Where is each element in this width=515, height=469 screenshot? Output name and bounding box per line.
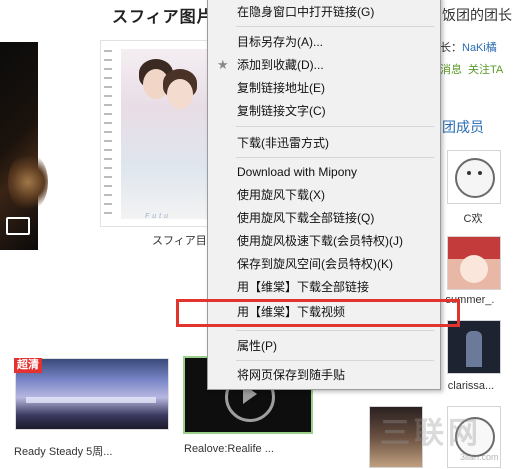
menu-item-label: 使用旋风极速下载(会员特权)(J) (237, 234, 403, 248)
menu-item-properties[interactable]: 属性(P) (209, 335, 439, 357)
avatar-eye (478, 171, 482, 175)
menu-item-download-with-mipony[interactable]: Download with Mipony (209, 161, 439, 183)
menu-item-add-to-favorites[interactable]: ★ 添加到收藏(D)... (209, 54, 439, 76)
menu-item-save-to-xuanfeng-space[interactable]: 保存到旋风空间(会员特权)(K) (209, 253, 439, 275)
menu-item-label: 目标另存为(A)... (237, 35, 323, 49)
menu-item-save-target-as[interactable]: 目标另存为(A)... (209, 31, 439, 53)
menu-item-label: 在隐身窗口中打开链接(G) (237, 5, 375, 19)
menu-item-open-incognito[interactable]: 在隐身窗口中打开链接(G) (209, 1, 439, 23)
menu-item-xuanfeng-fast-download[interactable]: 使用旋风极速下载(会员特权)(J) (209, 230, 439, 252)
leader-name-link[interactable]: NaKi橘 (462, 42, 497, 54)
menu-item-label: Download with Mipony (237, 165, 358, 179)
watermark-url: 3lian.com (460, 452, 499, 462)
menu-item-label: 使用旋风下载(X) (237, 188, 325, 202)
menu-separator (236, 126, 434, 127)
video-caption[interactable]: Ready Steady 5周... (14, 443, 112, 459)
album-signature: Futu (145, 213, 172, 220)
member-avatar[interactable] (447, 320, 501, 374)
menu-item-xuanfeng-download-all[interactable]: 使用旋风下载全部链接(Q) (209, 207, 439, 229)
menu-item-label: 复制链接地址(E) (237, 81, 325, 95)
leader-label: 长： (440, 42, 462, 54)
menu-item-label: 使用旋风下载全部链接(Q) (237, 211, 375, 225)
photo-album-card[interactable]: Futu (100, 40, 214, 227)
menu-item-save-to-note[interactable]: 将网页保存到随手贴 (209, 364, 439, 386)
message-link[interactable]: 消息 (440, 64, 462, 76)
menu-item-label: 将网页保存到随手贴 (237, 368, 346, 382)
leader-info: 长：NaKi橘 (440, 39, 497, 55)
menu-item-label: 添加到收藏(D)... (237, 58, 324, 72)
hd-badge: 超清 (14, 358, 42, 373)
menu-separator (236, 360, 434, 361)
menu-separator (236, 26, 434, 27)
context-menu: 在隐身窗口中打开链接(G) 目标另存为(A)... ★ 添加到收藏(D)... … (207, 0, 441, 390)
avatar-face (455, 158, 495, 198)
photo-figure (167, 79, 193, 109)
menu-separator (236, 157, 434, 158)
avatar-eye (467, 171, 471, 175)
video-caption[interactable]: Realove:Realife ... (184, 443, 274, 455)
menu-item-label: 属性(P) (237, 339, 277, 353)
menu-item-label: 下载(非迅雷方式) (237, 136, 329, 150)
stage-lights (26, 397, 156, 403)
menu-item-label: 复制链接文字(C) (237, 104, 326, 118)
member-avatar[interactable] (447, 236, 501, 290)
member-avatar[interactable] (447, 150, 501, 204)
watermark: 三联网 (380, 417, 482, 450)
avatar-figure (466, 331, 482, 367)
menu-item-weitang-download-all[interactable]: 用【维棠】下载全部链接 (209, 276, 439, 298)
menu-item-copy-link-text[interactable]: 复制链接文字(C) (209, 100, 439, 122)
members-heading: 团成员 (442, 119, 484, 135)
menu-item-label: 保存到旋风空间(会员特权)(K) (237, 257, 393, 271)
member-name[interactable]: C欢 (443, 210, 503, 226)
album-caption[interactable]: スフィア目 (152, 232, 207, 248)
menu-item-label: 用【维棠】下载全部链接 (237, 280, 370, 294)
menu-separator (236, 330, 434, 331)
fullscreen-icon[interactable] (6, 217, 30, 235)
menu-item-xuanfeng-download[interactable]: 使用旋风下载(X) (209, 184, 439, 206)
avatar-face (460, 255, 488, 283)
video-thumbnail-left[interactable] (0, 42, 48, 250)
star-icon: ★ (217, 57, 229, 72)
thumbnail-glow (8, 152, 48, 212)
follow-link[interactable]: 关注TA (468, 64, 503, 76)
group-leader-heading: 饭团的团长 (442, 7, 512, 23)
menu-item-copy-link-address[interactable]: 复制链接地址(E) (209, 77, 439, 99)
highlight-annotation-box (176, 299, 460, 327)
leader-actions: 消息 关注TA (440, 61, 509, 77)
menu-item-download-non-thunder[interactable]: 下载(非迅雷方式) (209, 132, 439, 154)
member-name[interactable]: clarissa... (441, 380, 501, 392)
album-binding-rings (104, 47, 112, 217)
